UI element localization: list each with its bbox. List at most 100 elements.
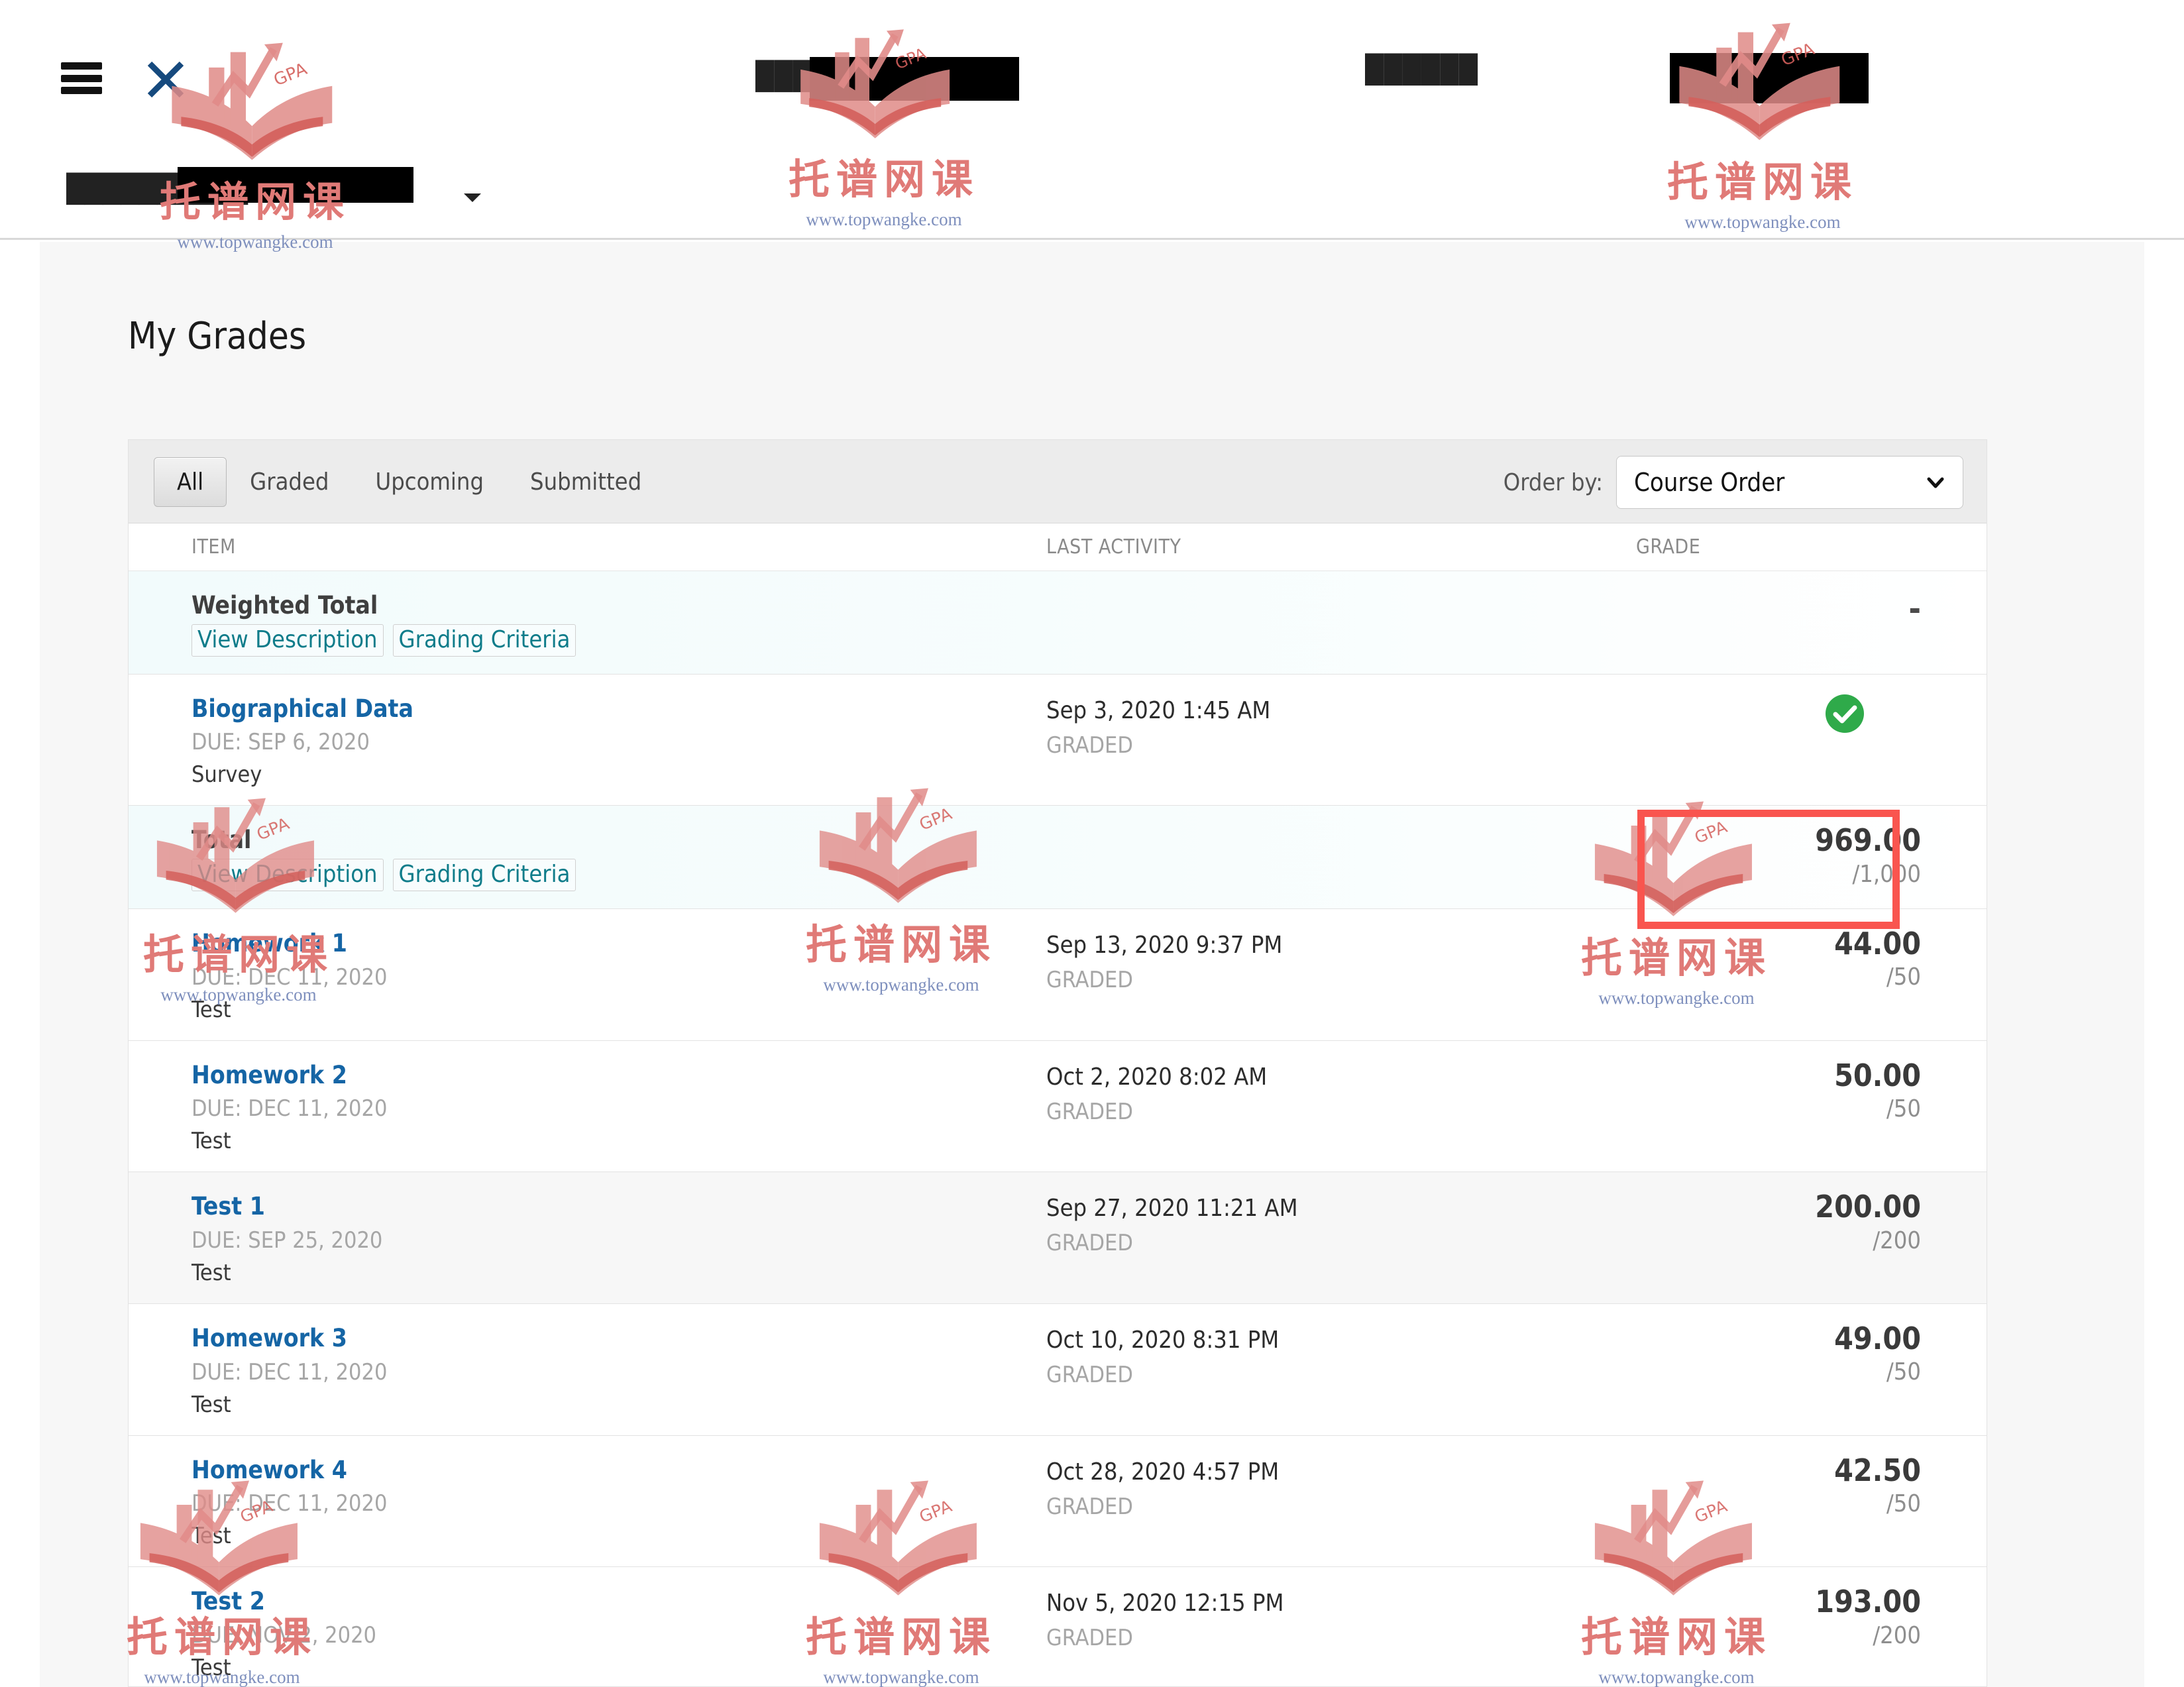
item-title-link[interactable]: Homework 3 (191, 1324, 1046, 1353)
grade-value: 44.00 (1834, 925, 1921, 961)
activity-status: GRADED (1046, 732, 1133, 759)
tab-submitted[interactable]: Submitted (507, 457, 665, 507)
row-grade-cell: 200.00 /200 (1636, 1172, 1921, 1303)
grade-value: 49.00 (1834, 1320, 1921, 1356)
redaction-bar-title (178, 167, 413, 203)
grading-criteria-link[interactable]: Grading Criteria (392, 624, 576, 657)
activity-status: GRADED (1046, 1625, 1133, 1652)
screenshot-root: ██████████ █████ ██████ My Grades All Gr… (0, 0, 2184, 1687)
hamburger-bar (61, 62, 102, 70)
table-row[interactable]: Total View Description Grading Criteria … (129, 806, 1987, 909)
item-title-link[interactable]: Homework 1 (191, 929, 1046, 958)
row-item-cell: Homework 2 DUE: DEC 11, 2020 Test (129, 1041, 1046, 1172)
table-header-row: ITEM LAST ACTIVITY GRADE (129, 523, 1987, 571)
table-row[interactable]: Homework 1 DUE: DEC 11, 2020 Test Sep 13… (129, 908, 1987, 1041)
row-activity-cell: Sep 3, 2020 1:45 AM GRADED (1046, 675, 1636, 806)
item-due-date: DUE: DEC 11, 2020 (191, 1095, 388, 1122)
table-row[interactable]: Weighted Total View Description Grading … (129, 571, 1987, 675)
item-title-link[interactable]: Homework 2 (191, 1061, 1046, 1090)
row-links: View Description Grading Criteria (191, 858, 1046, 891)
item-title: Total (191, 826, 252, 855)
redaction-bar-center (810, 57, 1019, 101)
row-activity-cell: Oct 2, 2020 8:02 AM GRADED (1046, 1041, 1636, 1172)
item-title-link[interactable]: Homework 4 (191, 1456, 1046, 1485)
row-item-cell: Test 2 DUE: NOV 2, 2020 Test (129, 1567, 1046, 1686)
hamburger-bar (61, 87, 102, 94)
row-activity-cell (1046, 571, 1636, 674)
tab-all[interactable]: All (154, 457, 227, 507)
close-x-icon[interactable] (144, 58, 187, 101)
tab-upcoming[interactable]: Upcoming (352, 457, 507, 507)
row-activity-cell: Sep 27, 2020 11:21 AM GRADED (1046, 1172, 1636, 1303)
order-by-control: Order by: Course Order (1503, 456, 1963, 509)
row-activity-cell: Oct 28, 2020 4:57 PM GRADED (1046, 1436, 1636, 1567)
activity-status: GRADED (1046, 1098, 1133, 1125)
row-item-cell: Homework 4 DUE: DEC 11, 2020 Test (129, 1436, 1046, 1567)
column-header-grade: GRADE (1636, 535, 1701, 559)
item-type: Test (191, 1391, 231, 1418)
grade-value: 50.00 (1834, 1057, 1921, 1093)
grade-value: 969.00 (1815, 822, 1921, 859)
column-header-last-activity: LAST ACTIVITY (1046, 535, 1181, 559)
grades-toolbar: All Graded Upcoming Submitted Order by: … (129, 440, 1987, 523)
row-grade-cell: 49.00 /50 (1636, 1304, 1921, 1435)
table-row[interactable]: Test 2 DUE: NOV 2, 2020 Test Nov 5, 2020… (129, 1567, 1987, 1686)
last-activity-date: Oct 2, 2020 8:02 AM (1046, 1063, 1268, 1091)
activity-status: GRADED (1046, 1230, 1133, 1257)
item-type: Test (191, 1128, 231, 1155)
item-due-date: DUE: DEC 11, 2020 (191, 1490, 388, 1517)
chevron-down-icon[interactable] (464, 193, 481, 202)
grade-out-of: /50 (1886, 1095, 1921, 1122)
hamburger-menu-icon[interactable] (61, 62, 102, 94)
table-row[interactable]: Homework 4 DUE: DEC 11, 2020 Test Oct 28… (129, 1435, 1987, 1568)
item-title-link[interactable]: Biographical Data (191, 694, 1046, 724)
grade-out-of: /200 (1873, 1226, 1921, 1254)
item-type: Survey (191, 761, 262, 789)
table-row[interactable]: Homework 3 DUE: DEC 11, 2020 Test Oct 10… (129, 1303, 1987, 1436)
row-activity-cell: Oct 10, 2020 8:31 PM GRADED (1046, 1304, 1636, 1435)
grade-out-of: /50 (1886, 1490, 1921, 1517)
row-grade-cell (1636, 675, 1921, 806)
grade-value: - (1908, 590, 1921, 628)
page-content: My Grades All Graded Upcoming Submitted … (40, 242, 2144, 1687)
view-description-link[interactable]: View Description (191, 858, 384, 891)
row-item-cell: Homework 3 DUE: DEC 11, 2020 Test (129, 1304, 1046, 1435)
row-activity-cell: Sep 13, 2020 9:37 PM GRADED (1046, 909, 1636, 1040)
row-grade-cell: 42.50 /50 (1636, 1436, 1921, 1567)
filter-tabs: All Graded Upcoming Submitted (154, 457, 665, 507)
tab-graded[interactable]: Graded (227, 457, 352, 507)
last-activity-date: Sep 3, 2020 1:45 AM (1046, 696, 1271, 724)
activity-status: GRADED (1046, 1361, 1133, 1388)
table-row[interactable]: Biographical Data DUE: SEP 6, 2020 Surve… (129, 674, 1987, 806)
grading-criteria-link[interactable]: Grading Criteria (392, 858, 576, 891)
item-title-link[interactable]: Test 2 (191, 1587, 1046, 1616)
row-grade-cell: 44.00 /50 (1636, 909, 1921, 1040)
item-due-date: DUE: DEC 11, 2020 (191, 963, 388, 991)
order-by-select[interactable]: Course Order (1616, 456, 1963, 509)
order-by-value: Course Order (1634, 468, 1785, 497)
view-description-link[interactable]: View Description (191, 624, 384, 657)
grade-out-of: /200 (1873, 1621, 1921, 1649)
table-row[interactable]: Homework 2 DUE: DEC 11, 2020 Test Oct 2,… (129, 1040, 1987, 1173)
table-row[interactable]: Test 1 DUE: SEP 25, 2020 Test Sep 27, 20… (129, 1172, 1987, 1304)
row-item-cell: Biographical Data DUE: SEP 6, 2020 Surve… (129, 675, 1046, 806)
grade-out-of: /50 (1886, 963, 1921, 991)
item-type: Test (191, 1259, 231, 1286)
last-activity-date: Oct 28, 2020 4:57 PM (1046, 1458, 1280, 1486)
item-due-date: DUE: DEC 11, 2020 (191, 1358, 388, 1386)
last-activity-date: Sep 27, 2020 11:21 AM (1046, 1195, 1298, 1223)
browser-top-bar: ██████████ █████ ██████ (0, 0, 2184, 240)
hamburger-bar (61, 74, 102, 82)
green-check-icon (1826, 694, 1864, 733)
page-title: My Grades (128, 315, 307, 358)
row-grade-cell: - (1636, 571, 1921, 674)
row-activity-cell (1046, 806, 1636, 908)
last-activity-date: Sep 13, 2020 9:37 PM (1046, 931, 1283, 959)
row-grade-cell: 969.00 /1,000 (1636, 806, 1921, 908)
row-item-cell: Weighted Total View Description Grading … (129, 571, 1046, 674)
row-item-cell: Total View Description Grading Criteria (129, 806, 1046, 908)
last-activity-date: Oct 10, 2020 8:31 PM (1046, 1326, 1280, 1354)
grade-out-of: /1,000 (1852, 860, 1921, 888)
row-grade-cell: 193.00 /200 (1636, 1567, 1921, 1686)
item-title-link[interactable]: Test 1 (191, 1192, 1046, 1221)
